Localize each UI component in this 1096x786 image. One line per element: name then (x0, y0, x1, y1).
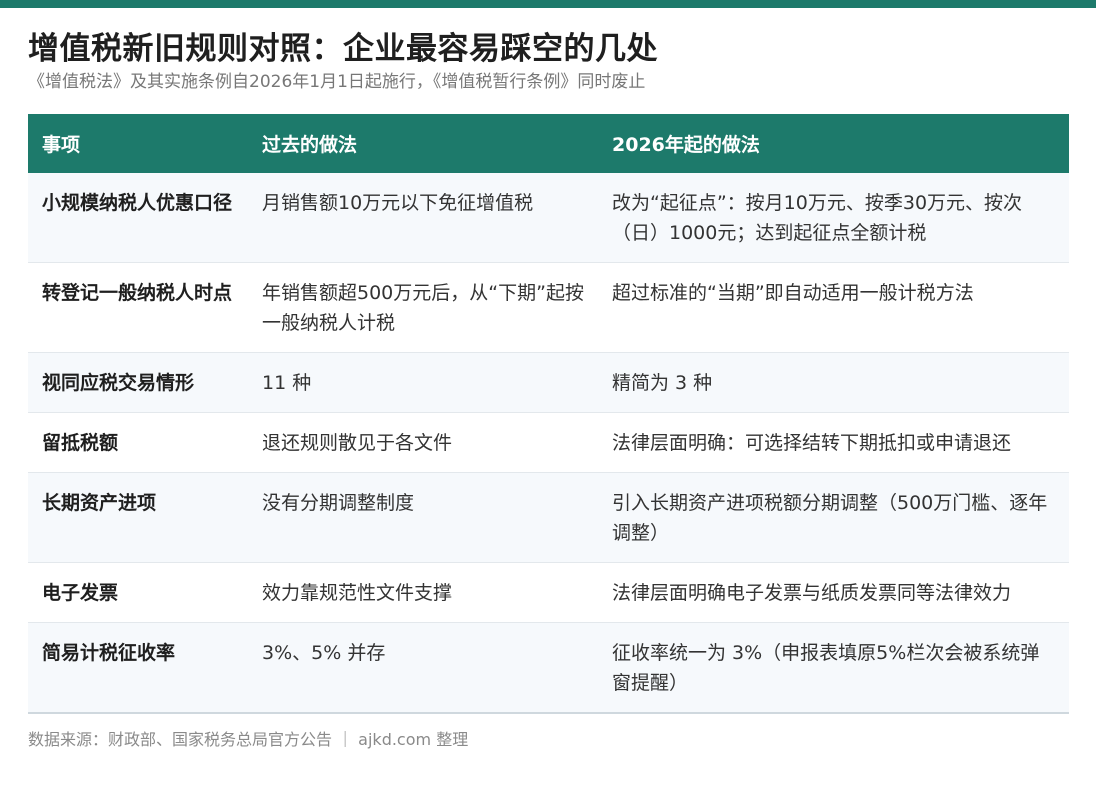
cell-item: 电子发票 (28, 562, 248, 623)
cell-item: 留抵税额 (28, 412, 248, 473)
cell-old: 退还规则散见于各文件 (248, 412, 598, 473)
cell-item: 长期资产进项 (28, 472, 248, 563)
cell-old: 年销售额超500万元后，从“下期”起按一般纳税人计税 (248, 262, 598, 353)
column-header-old: 过去的做法 (248, 114, 598, 173)
table-row: 长期资产进项 没有分期调整制度 引入长期资产进项税额分期调整（500万门槛、逐年… (28, 472, 1069, 563)
cell-old: 3%、5% 并存 (248, 622, 598, 714)
cell-item: 小规模纳税人优惠口径 (28, 173, 248, 263)
cell-new: 引入长期资产进项税额分期调整（500万门槛、逐年调整） (598, 472, 1069, 563)
table-row: 简易计税征收率 3%、5% 并存 征收率统一为 3%（申报表填原5%栏次会被系统… (28, 622, 1069, 714)
cell-item: 简易计税征收率 (28, 622, 248, 714)
table-header: 事项 过去的做法 2026年起的做法 (28, 114, 1069, 173)
page-subtitle: 《增值税法》及其实施条例自2026年1月1日起施行，《增值税暂行条例》同时废止 (28, 72, 646, 92)
cell-old: 效力靠规范性文件支撑 (248, 562, 598, 623)
table-row: 小规模纳税人优惠口径 月销售额10万元以下免征增值税 改为“起征点”：按月10万… (28, 173, 1069, 263)
cell-old: 11 种 (248, 352, 598, 413)
comparison-table: 事项 过去的做法 2026年起的做法 小规模纳税人优惠口径 月销售额10万元以下… (28, 114, 1069, 714)
table-row: 电子发票 效力靠规范性文件支撑 法律层面明确电子发票与纸质发票同等法律效力 (28, 562, 1069, 623)
cell-new: 法律层面明确：可选择结转下期抵扣或申请退还 (598, 412, 1069, 473)
table-body: 小规模纳税人优惠口径 月销售额10万元以下免征增值税 改为“起征点”：按月10万… (28, 173, 1069, 714)
cell-new: 改为“起征点”：按月10万元、按季30万元、按次（日）1000元；达到起征点全额… (598, 173, 1069, 263)
cell-new: 精简为 3 种 (598, 352, 1069, 413)
column-header-new: 2026年起的做法 (598, 114, 1069, 173)
cell-old: 没有分期调整制度 (248, 472, 598, 563)
cell-new: 超过标准的“当期”即自动适用一般计税方法 (598, 262, 1069, 353)
column-header-item: 事项 (28, 114, 248, 173)
table-row: 视同应税交易情形 11 种 精简为 3 种 (28, 352, 1069, 413)
cell-item: 转登记一般纳税人时点 (28, 262, 248, 353)
table-row: 留抵税额 退还规则散见于各文件 法律层面明确：可选择结转下期抵扣或申请退还 (28, 412, 1069, 473)
table-row: 转登记一般纳税人时点 年销售额超500万元后，从“下期”起按一般纳税人计税 超过… (28, 262, 1069, 353)
source-footnote: 数据来源：财政部、国家税务总局官方公告 ｜ ajkd.com 整理 (28, 730, 469, 749)
cell-new: 征收率统一为 3%（申报表填原5%栏次会被系统弹窗提醒） (598, 622, 1069, 714)
page-title: 增值税新旧规则对照：企业最容易踩空的几处 (28, 31, 658, 67)
cell-new: 法律层面明确电子发票与纸质发票同等法律效力 (598, 562, 1069, 623)
cell-old: 月销售额10万元以下免征增值税 (248, 173, 598, 263)
table-header-row: 事项 过去的做法 2026年起的做法 (28, 114, 1069, 173)
cell-item: 视同应税交易情形 (28, 352, 248, 413)
page: 增值税新旧规则对照：企业最容易踩空的几处 《增值税法》及其实施条例自2026年1… (28, 30, 1069, 752)
top-accent-bar (0, 0, 1096, 8)
